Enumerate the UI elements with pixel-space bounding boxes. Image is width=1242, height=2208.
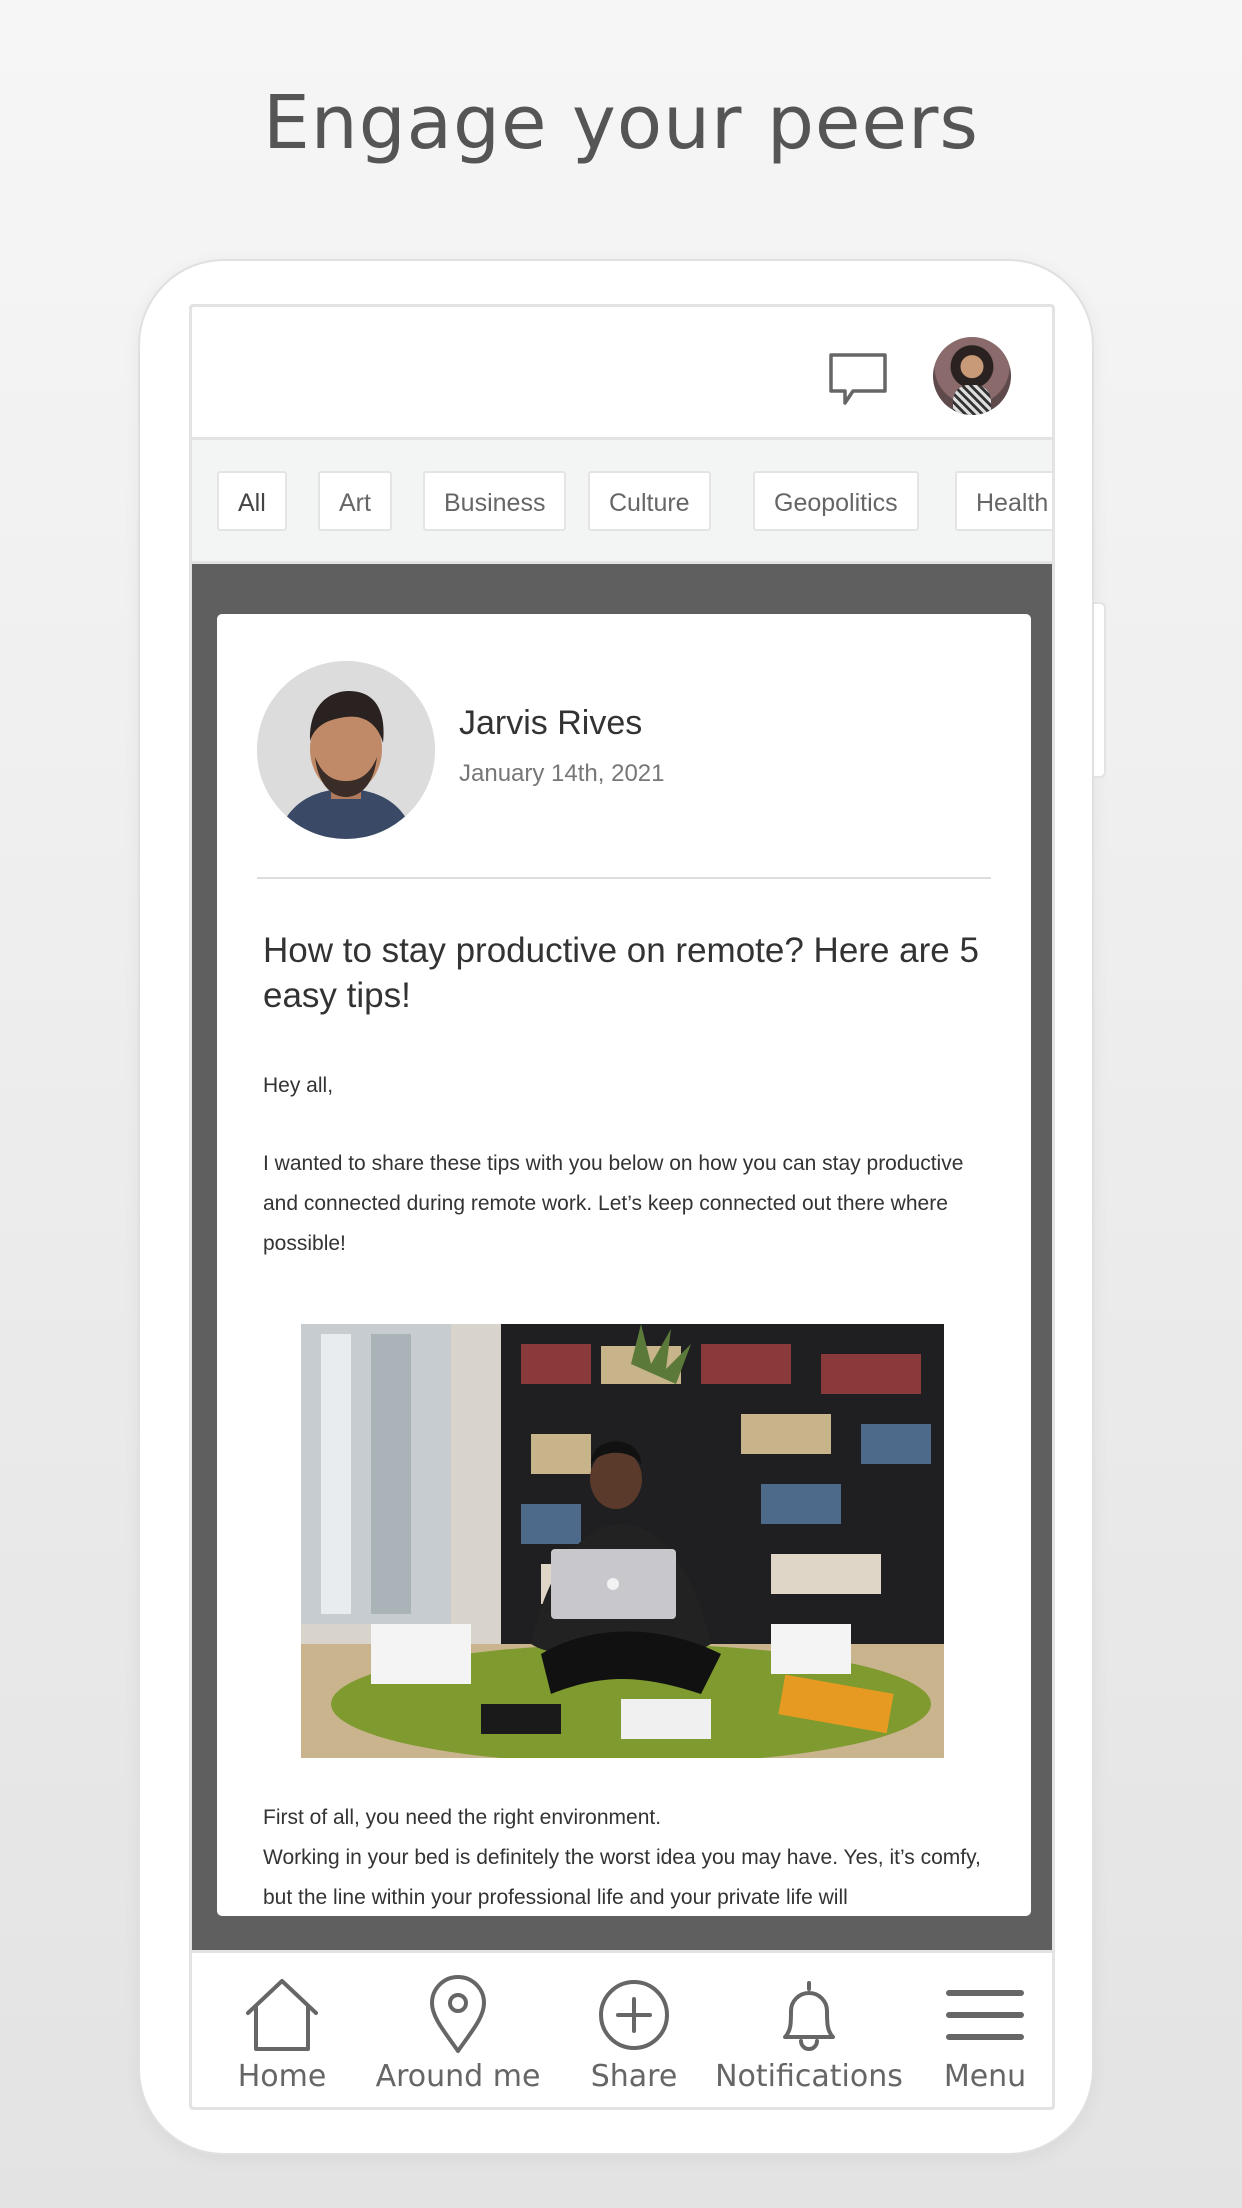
post-intro: I wanted to share these tips with you be… xyxy=(263,1152,964,1255)
nav-share[interactable]: Share xyxy=(544,1953,724,2107)
author-name[interactable]: Jarvis Rives xyxy=(459,704,642,743)
tab-geopolitics[interactable]: Geopolitics xyxy=(753,471,919,531)
bottom-navigation: Home Around me Share Notifications Menu xyxy=(192,1950,1052,2107)
author-avatar[interactable] xyxy=(257,661,435,839)
post-date: January 14th, 2021 xyxy=(459,760,665,787)
post-continued: First of all, you need the right environ… xyxy=(263,1798,993,1916)
hamburger-menu-icon xyxy=(946,1990,1024,2040)
tab-art[interactable]: Art xyxy=(318,471,392,531)
top-bar xyxy=(192,307,1052,440)
category-tabs: All Art Business Culture Geopolitics Hea… xyxy=(192,440,1052,564)
bell-icon xyxy=(783,1981,835,2051)
app-screen: All Art Business Culture Geopolitics Hea… xyxy=(189,304,1055,2110)
profile-avatar[interactable] xyxy=(933,337,1011,415)
nav-notifications[interactable]: Notifications xyxy=(715,1953,903,2107)
tab-health[interactable]: Health xyxy=(955,471,1052,531)
map-pin-icon xyxy=(430,1975,486,2053)
divider xyxy=(257,877,991,879)
post-title[interactable]: How to stay productive on remote? Here a… xyxy=(263,928,983,1018)
tab-all[interactable]: All xyxy=(217,471,287,531)
nav-around-me[interactable]: Around me xyxy=(368,1953,548,2107)
tab-culture[interactable]: Culture xyxy=(588,471,711,531)
headline: Engage your peers xyxy=(263,80,979,166)
home-icon xyxy=(246,1979,318,2051)
nav-menu[interactable]: Menu xyxy=(895,1953,1052,2107)
post-paragraph: Working in your bed is definitely the wo… xyxy=(263,1846,981,1909)
tab-business[interactable]: Business xyxy=(423,471,567,531)
post-image[interactable] xyxy=(301,1324,944,1758)
post-paragraph: First of all, you need the right environ… xyxy=(263,1806,662,1829)
chat-bubble-icon[interactable] xyxy=(827,351,889,407)
post-greeting: Hey all, xyxy=(263,1074,334,1097)
phone-side-button xyxy=(1094,602,1106,778)
nav-home[interactable]: Home xyxy=(192,1953,372,2107)
plus-circle-icon xyxy=(599,1980,669,2050)
nav-menu-label: Menu xyxy=(943,2059,1027,2094)
post-card[interactable]: Jarvis Rives January 14th, 2021 How to s… xyxy=(217,614,1031,1916)
